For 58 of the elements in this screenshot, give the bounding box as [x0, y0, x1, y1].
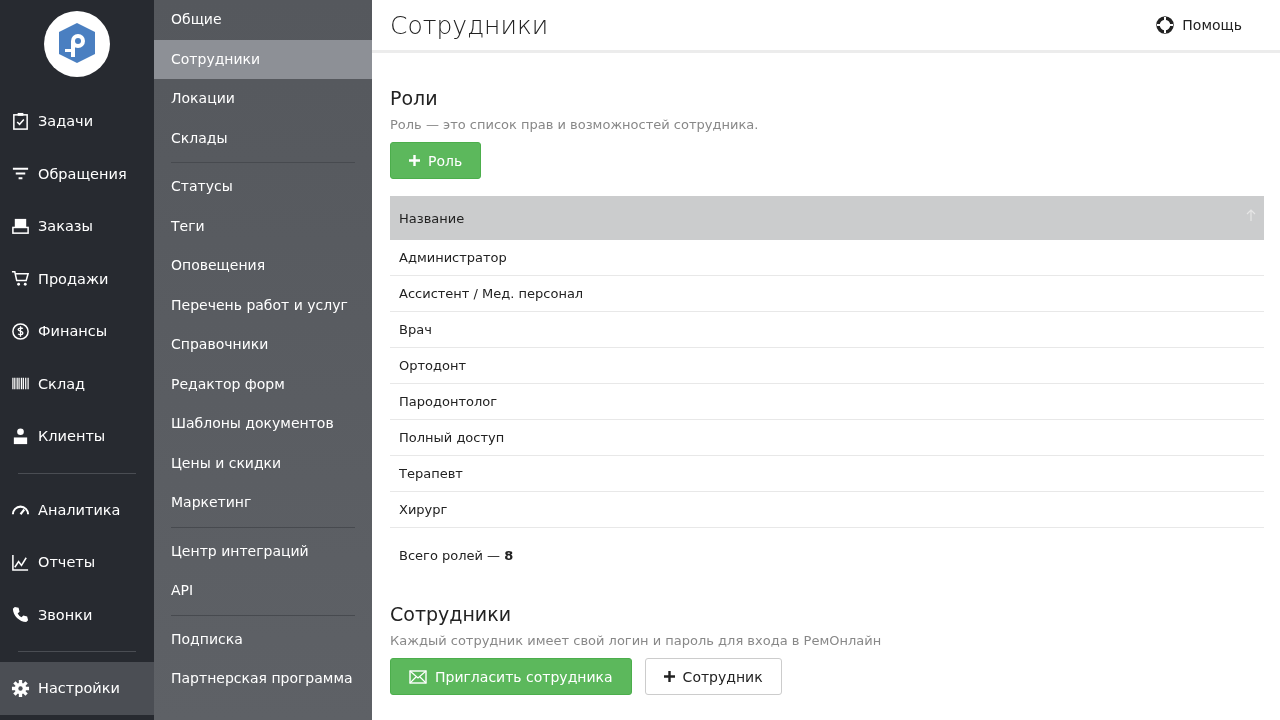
roles-total: Всего ролей — 8: [399, 548, 515, 563]
table-cell[interactable]: Администратор: [390, 240, 1264, 276]
settings-nav-item[interactable]: Цены и скидки: [154, 443, 372, 483]
settings-nav-item[interactable]: Маркетинг: [154, 483, 372, 523]
dollar-coin-icon: [11, 321, 30, 341]
page-title: Сотрудники: [390, 10, 549, 40]
settings-nav-item[interactable]: Склады: [154, 118, 372, 158]
settings-nav-item[interactable]: Партнерская программа: [154, 659, 372, 699]
lifebuoy-icon: [1156, 16, 1175, 34]
plus-icon: [409, 155, 420, 166]
table-cell[interactable]: Ортодонт: [390, 347, 1264, 384]
nav-item[interactable]: Склад: [0, 357, 154, 410]
table-cell[interactable]: Полный доступ: [390, 419, 1264, 456]
settings-nav-item[interactable]: Подписка: [154, 619, 372, 659]
section-description: Роль — это список прав и возможностей сотрудника.: [390, 117, 760, 132]
help-link[interactable]: Помощь: [1156, 16, 1242, 34]
line-chart-icon: [11, 552, 30, 572]
table-cell[interactable]: Ассистент / Мед. персонал: [390, 275, 1264, 312]
table-cell[interactable]: Врач: [390, 311, 1264, 348]
settings-nav-item[interactable]: Центр интеграций: [154, 531, 372, 571]
settings-nav-item[interactable]: Статусы: [154, 167, 372, 207]
settings-nav-item[interactable]: Перечень работ и услуг: [154, 285, 372, 325]
nav-item[interactable]: Аналитика: [0, 483, 154, 536]
person-icon: [11, 426, 30, 446]
plus-icon: [663, 671, 675, 682]
nav-item[interactable]: Задачи: [0, 95, 154, 148]
nav-item[interactable]: Финансы: [0, 305, 154, 358]
section-title: Роли: [390, 87, 439, 109]
settings-nav-item[interactable]: API: [154, 571, 372, 611]
settings-nav-item[interactable]: Общие: [154, 0, 372, 40]
printer-icon: [11, 216, 30, 236]
clipboard-check-icon: [11, 111, 30, 131]
sort-arrow-icon: [1246, 208, 1256, 222]
nav-item[interactable]: Обращения: [0, 147, 154, 200]
nav-item[interactable]: Продажи: [0, 252, 154, 305]
logo-icon: [44, 11, 110, 77]
settings-icon: [11, 678, 30, 698]
settings-nav-item[interactable]: Оповещения: [154, 246, 372, 286]
section-description: Каждый сотрудник имеет свой логин и пароль для входа в РемОнлайн: [390, 633, 883, 648]
settings-nav-item[interactable]: Теги: [154, 206, 372, 246]
cart-icon: [11, 269, 30, 289]
settings-nav-item[interactable]: Шаблоны документов: [154, 404, 372, 444]
nav-item[interactable]: Настройки: [0, 662, 154, 715]
settings-nav-item[interactable]: Редактор форм: [154, 364, 372, 404]
add-employee-button[interactable]: Сотрудник: [644, 658, 782, 695]
table-cell[interactable]: Пародонтолог: [390, 383, 1264, 420]
settings-nav-item[interactable]: Локации: [154, 79, 372, 119]
phone-icon: [11, 605, 30, 625]
nav-item[interactable]: Клиенты: [0, 410, 154, 463]
column-header[interactable]: Название: [390, 196, 1264, 240]
envelope-icon: [409, 669, 427, 684]
nav-item[interactable]: Заказы: [0, 200, 154, 253]
section-title: Сотрудники: [390, 603, 512, 625]
nav-item[interactable]: Отчеты: [0, 536, 154, 589]
table-cell[interactable]: Хирург: [390, 491, 1264, 528]
table-cell[interactable]: Терапевт: [390, 455, 1264, 492]
nav-item[interactable]: Звонки: [0, 588, 154, 641]
settings-nav-item[interactable]: Справочники: [154, 325, 372, 365]
